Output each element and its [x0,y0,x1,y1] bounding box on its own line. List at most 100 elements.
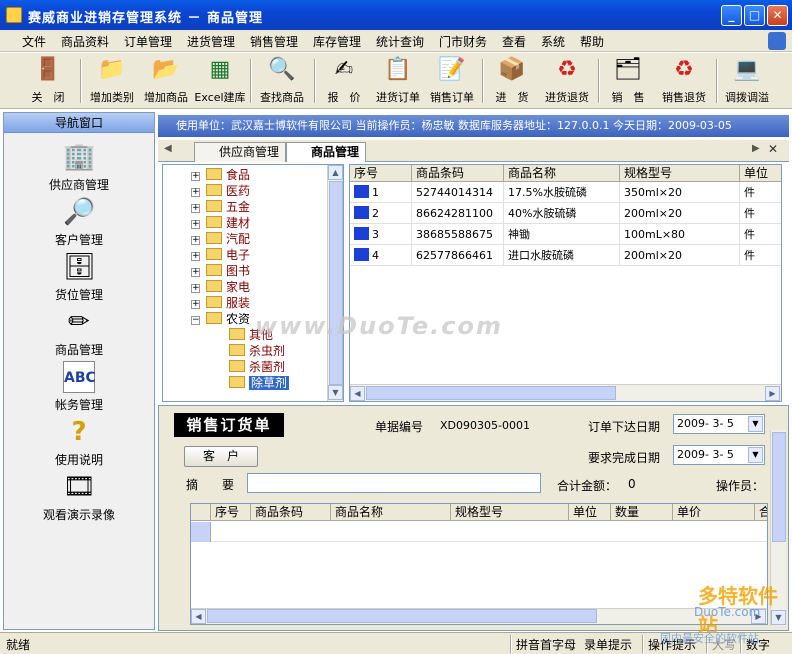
tree-node[interactable]: + 服装 [191,295,250,311]
menu-statistics[interactable]: 统计查询 [376,33,424,50]
scroll-left-icon[interactable]: ◀ [191,609,206,624]
menu-sales[interactable]: 销售管理 [250,33,298,50]
excel-import-button[interactable]: ▦ Excel建库 [194,55,246,107]
menu-purchase[interactable]: 进货管理 [187,33,235,50]
column-header[interactable]: 规格型号 [451,504,569,521]
chevron-down-icon[interactable]: ▼ [748,416,763,432]
nav-item-location[interactable]: 🗄 货位管理 [4,251,154,303]
nav-item-account[interactable]: ABC 帐务管理 [4,361,154,413]
scroll-up-icon[interactable]: ▲ [328,165,343,180]
cell[interactable]: 350ml×20 [620,182,740,203]
nav-item-product[interactable]: ✏ 商品管理 [4,306,154,358]
purchase-return-button[interactable]: ♻ 进货退货 [540,55,594,107]
menu-product-data[interactable]: 商品资料 [61,33,109,50]
order-date-picker[interactable]: 2009- 3- 5 ▼ [673,414,765,434]
tree-node[interactable]: + 医药 [191,183,250,199]
grid-horizontal-scrollbar[interactable]: ◀ ▶ [350,384,781,401]
menu-order[interactable]: 订单管理 [124,33,172,50]
column-header[interactable]: 商品条码 [251,504,331,521]
maximize-button[interactable]: □ [744,5,765,26]
cell[interactable]: 52744014314 [412,182,504,203]
tab-supplier[interactable]: 供应商管理 [194,142,287,162]
stock-in-button[interactable]: 📦 进 货 [488,55,536,107]
tree-node[interactable]: + 图书 [191,263,250,279]
purchase-order-button[interactable]: 📋 进货订单 [372,55,424,107]
scroll-left-icon[interactable]: ◀ [350,386,365,401]
column-header[interactable]: 单位 [569,504,611,521]
menu-finance[interactable]: 门市财务 [439,33,487,50]
menu-system[interactable]: 系统 [541,33,565,50]
column-header[interactable]: 序号 [350,165,412,182]
scroll-right-icon[interactable]: ▶ [765,386,780,401]
column-header[interactable]: 商品条码 [412,165,504,182]
menu-file[interactable]: 文件 [22,33,46,50]
tab-scroll-right-icon[interactable]: ▶ [752,143,760,154]
tree-child-node-selected[interactable]: 除草剂 [229,375,290,391]
tab-scroll-left-icon[interactable]: ◀ [164,143,172,154]
nav-item-supplier[interactable]: 🏢 供应商管理 [4,141,154,193]
column-header[interactable]: 合 [755,504,767,521]
cell[interactable]: 进口水胺硫磷 [504,245,620,266]
table-row[interactable]: 4 [350,245,412,266]
menu-inventory[interactable]: 库存管理 [313,33,361,50]
find-product-button[interactable]: 🔍 查找商品 [256,55,308,107]
close-tool-button[interactable]: 🚪 关 闭 [24,55,72,107]
column-header[interactable]: 单价 [673,504,755,521]
add-category-button[interactable]: 📁 增加类别 [86,55,138,107]
nav-item-customer[interactable]: 🔎 客户管理 [4,196,154,248]
cell[interactable]: 200ml×20 [620,203,740,224]
cell[interactable]: 17.5%水胺硫磷 [504,182,620,203]
tree-child-node[interactable]: 杀菌剂 [229,359,285,375]
column-header[interactable]: 数量 [611,504,673,521]
order-grid-horizontal-scrollbar[interactable]: ◀ ▶ [191,608,767,624]
due-date-picker[interactable]: 2009- 3- 5 ▼ [673,445,765,465]
tree-scrollbar[interactable]: ▲ ▼ [327,165,343,401]
tree-node[interactable]: + 电子 [191,247,250,263]
sales-return-button[interactable]: ♻ 销售退货 [656,55,712,107]
customer-button[interactable]: 客 户 [184,446,258,467]
transfer-button[interactable]: 💻 调拨调溢 [720,55,774,107]
tree-node[interactable]: + 食品 [191,167,250,183]
tree-child-node[interactable]: 杀虫剂 [229,343,285,359]
nav-item-video[interactable]: 🎞 观看演示录像 [4,471,154,523]
tree-node-expanded[interactable]: − 农资 [191,311,250,327]
cell[interactable]: 神锄 [504,224,620,245]
sales-order-button[interactable]: 📝 销售订单 [426,55,478,107]
menu-help[interactable]: 帮助 [580,33,604,50]
table-row[interactable]: 3 [350,224,412,245]
close-window-button[interactable]: ✕ [767,5,788,26]
cell[interactable]: 件 [740,182,781,203]
sell-button[interactable]: 🗂 销 售 [604,55,652,107]
scroll-thumb[interactable] [366,386,616,400]
menu-view[interactable]: 查看 [502,33,526,50]
table-row[interactable]: 1 [350,182,412,203]
summary-input[interactable] [247,473,541,493]
cell[interactable]: 62577866461 [412,245,504,266]
column-header[interactable]: 规格型号 [620,165,740,182]
tree-node[interactable]: + 汽配 [191,231,250,247]
row-indicator[interactable] [191,522,211,542]
cell[interactable]: 40%水胺硫磷 [504,203,620,224]
nav-item-help[interactable]: ? 使用说明 [4,416,154,468]
table-row[interactable] [211,522,767,542]
add-product-button[interactable]: 📂 增加商品 [140,55,192,107]
column-header[interactable]: 单位 [740,165,781,182]
cell[interactable]: 86624281100 [412,203,504,224]
scroll-down-icon[interactable]: ▼ [328,385,343,400]
chevron-down-icon[interactable]: ▼ [748,447,763,463]
table-row[interactable]: 2 [350,203,412,224]
minimize-button[interactable]: _ [721,5,742,26]
cell[interactable]: 件 [740,224,781,245]
cell[interactable]: 38685588675 [412,224,504,245]
cell[interactable]: 件 [740,203,781,224]
column-header[interactable]: 序号 [211,504,251,521]
scroll-thumb[interactable] [207,609,597,623]
cell[interactable]: 件 [740,245,781,266]
column-header[interactable]: 商品名称 [331,504,451,521]
scroll-thumb[interactable] [329,181,343,385]
scroll-thumb[interactable] [772,432,786,542]
tab-close-icon[interactable]: ✕ [768,142,778,156]
cell[interactable]: 100mL×80 [620,224,740,245]
tree-node[interactable]: + 家电 [191,279,250,295]
cell[interactable]: 200ml×20 [620,245,740,266]
